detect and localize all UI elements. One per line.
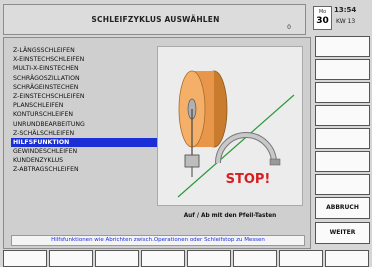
cycle-item[interactable]: GEWINDESCHLEIFEN — [11, 147, 157, 156]
cycle-item[interactable]: MULTI-X-EINSTECHEN — [11, 64, 157, 73]
softkey-bottom-5[interactable] — [187, 250, 231, 267]
day-number: 30 — [316, 16, 329, 26]
cycle-item[interactable]: UNRUNDBEARBEITUNG — [11, 120, 157, 129]
softkey-right-1[interactable] — [315, 36, 370, 57]
softkey-bottom-6[interactable] — [233, 250, 277, 267]
softkey-bottom-4[interactable] — [141, 250, 185, 267]
cycle-item[interactable]: SCHRÄGEINSTECHEN — [11, 83, 157, 92]
softkey-weiter[interactable]: WEITER — [315, 222, 370, 244]
preview-illustration: STOP! — [177, 70, 295, 198]
title-counter: 0 — [287, 24, 291, 31]
cycle-item[interactable]: Z-SCHÄLSCHLEIFEN — [11, 129, 157, 138]
calendar-date: Mo 30 — [313, 6, 332, 30]
softkey-right-4[interactable] — [315, 105, 370, 126]
cycle-item[interactable]: Z-LÄNGSSCHLEIFEN — [11, 46, 157, 55]
grinding-cycle-screen: SCHLEIFZYKLUS AUSWÄHLEN 0 Mo 30 13:54 KW… — [0, 0, 372, 267]
softkey-bottom-1[interactable] — [3, 250, 47, 267]
softkey-bottom-7[interactable] — [279, 250, 323, 267]
clock-time: 13:54 — [334, 6, 357, 14]
cycle-item[interactable]: X-EINSTECHSCHLEIFEN — [11, 55, 157, 64]
main-panel: Z-LÄNGSSCHLEIFEN X-EINSTECHSCHLEIFEN MULTI… — [3, 37, 311, 249]
datetime-panel: Mo 30 13:54 KW 13 — [312, 4, 369, 34]
cycle-item[interactable]: KONTURSCHLEIFEN — [11, 110, 157, 119]
softkey-bottom-8[interactable] — [325, 250, 369, 267]
cycle-item[interactable]: SCHRÄGOSZILLATION — [11, 74, 157, 83]
softkey-right-5[interactable] — [315, 128, 370, 149]
title-bar: SCHLEIFZYKLUS AUSWÄHLEN 0 — [3, 4, 306, 35]
stop-label: STOP! — [226, 172, 271, 187]
calendar-week: KW 13 — [336, 18, 356, 25]
status-bar: Hilfsfunktionen wie Abrichten zwisch.Ope… — [11, 235, 305, 246]
page-title: SCHLEIFZYKLUS AUSWÄHLEN — [91, 15, 220, 24]
softkey-right-7[interactable] — [315, 174, 370, 195]
cycle-list: Z-LÄNGSSCHLEIFEN X-EINSTECHSCHLEIFEN MULTI… — [11, 46, 157, 241]
softkey-bottom-3[interactable] — [95, 250, 139, 267]
navigation-hint: Auf / Ab mit den Pfeil-Tasten — [183, 213, 277, 219]
softkey-right-6[interactable] — [315, 151, 370, 172]
cycle-item[interactable]: Z-ABTRAGSCHLEIFEN — [11, 165, 157, 174]
cycle-item[interactable]: PLANSCHLEIFEN — [11, 101, 157, 110]
softkey-abbruch[interactable]: ABBRUCH — [315, 197, 370, 219]
cycle-item[interactable]: Z-EINSTECHSCHLEIFEN — [11, 92, 157, 101]
cycle-preview: STOP! — [157, 46, 303, 206]
softkey-right-2[interactable] — [315, 59, 370, 80]
cycle-item[interactable]: KUNDENZYKLUS — [11, 156, 157, 165]
softkey-bottom-2[interactable] — [49, 250, 93, 267]
cycle-item[interactable]: HILFSFUNKTION — [11, 137, 157, 148]
softkey-right-3[interactable] — [315, 82, 370, 103]
gauge-icon — [215, 132, 281, 166]
